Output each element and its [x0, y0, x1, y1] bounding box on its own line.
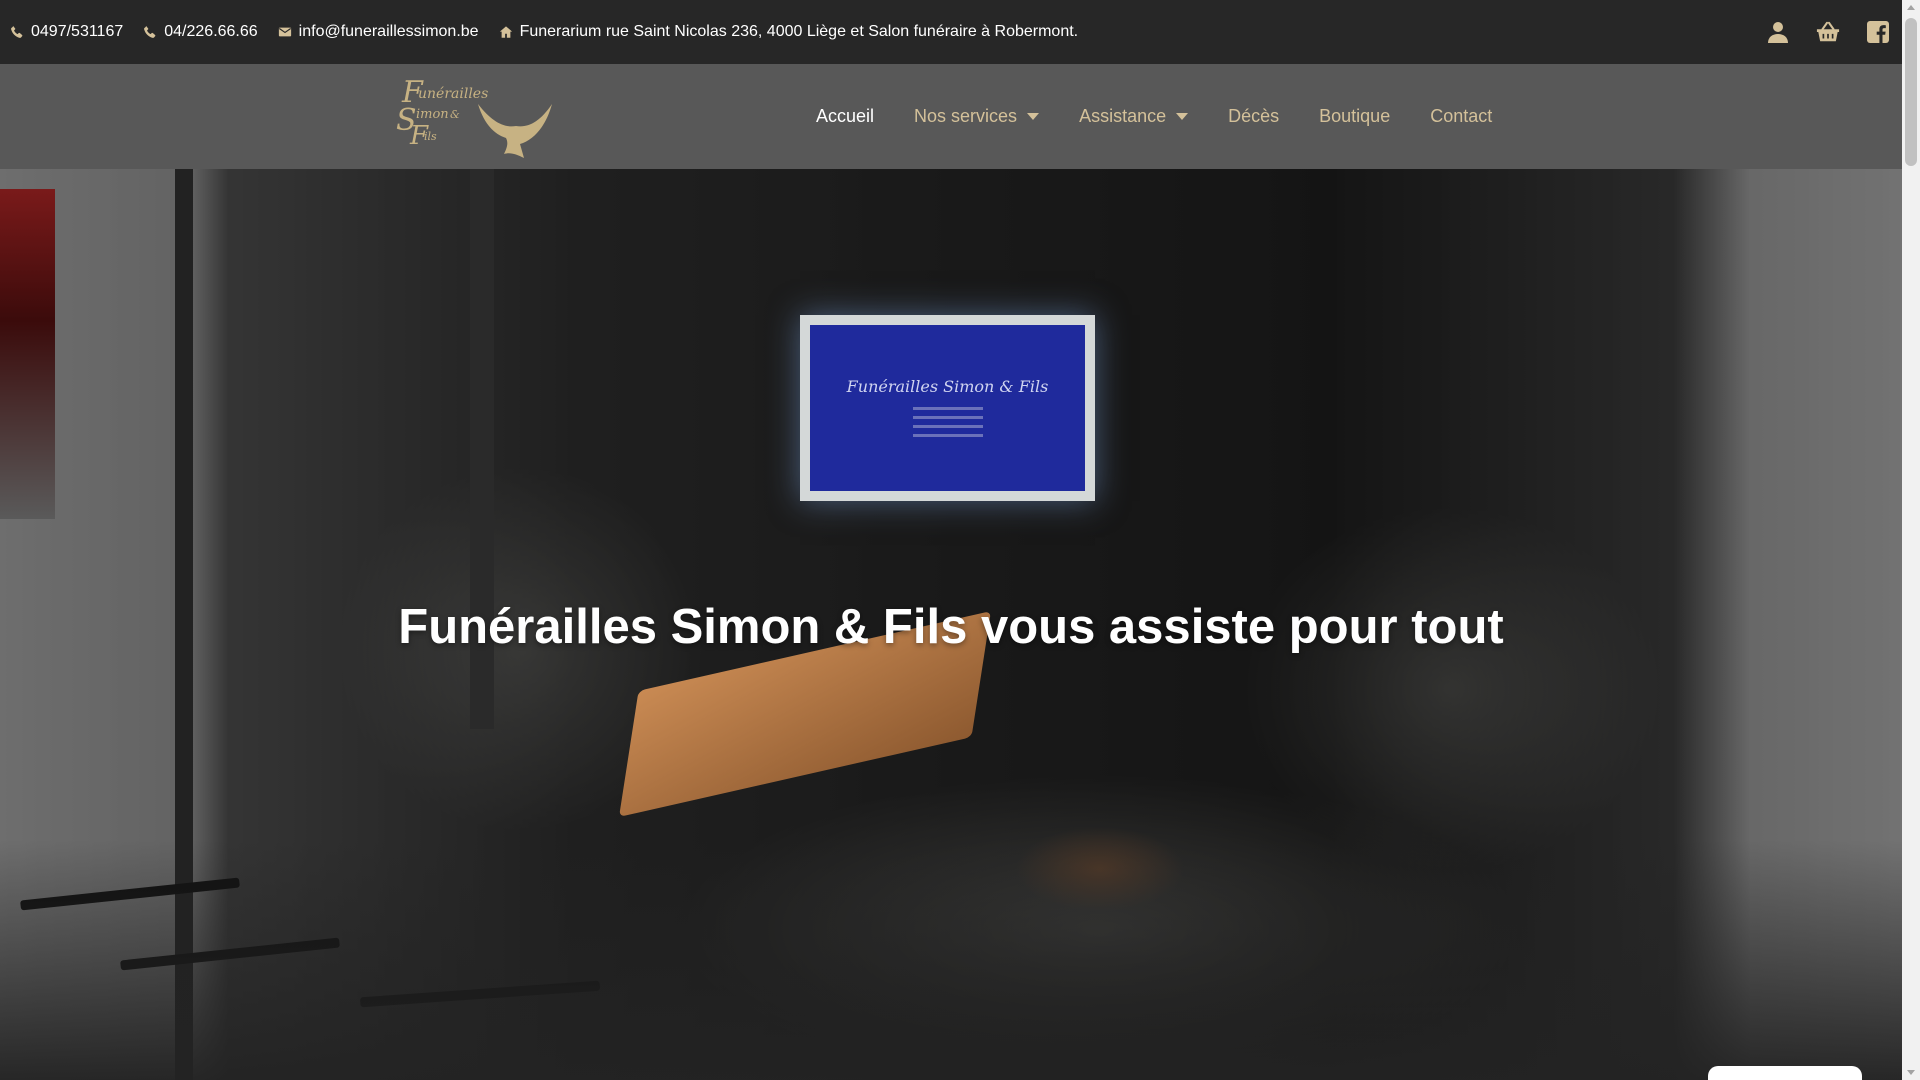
- account-button[interactable]: [1766, 20, 1790, 44]
- svg-text:imon: imon: [416, 107, 449, 122]
- hero-tv-line: [912, 433, 983, 437]
- hero-floor: [0, 840, 1902, 1080]
- nav-accueil[interactable]: Accueil: [816, 106, 874, 127]
- nav-nos-services[interactable]: Nos services: [914, 106, 1040, 127]
- nav-label: Décès: [1228, 106, 1280, 126]
- hero-tv-screen: Funérailles Simon & Fils: [800, 315, 1095, 501]
- phone-mobile-link[interactable]: 0497/531167: [10, 23, 123, 41]
- page-scrollbar[interactable]: [1902, 0, 1920, 1080]
- cart-button[interactable]: [1816, 20, 1840, 44]
- page: 0497/531167 04/226.66.66 info@funeraille…: [0, 0, 1920, 1080]
- main-nav: Accueil Nos services Assistance Décès Bo…: [816, 64, 1532, 169]
- hero-tv-line: [912, 424, 983, 428]
- phone-icon: [11, 26, 23, 38]
- logo-dove-icon: F unérailles S imon & F ils: [396, 75, 552, 158]
- caret-down-icon: [1176, 113, 1189, 120]
- main-header: F unérailles S imon & F ils Accueil Nos …: [0, 64, 1902, 169]
- envelope-icon: [278, 27, 291, 37]
- user-icon: [1768, 22, 1788, 43]
- nav-label: Boutique: [1319, 106, 1391, 126]
- hero-section: Funérailles Simon & Fils Funérailles Sim…: [0, 169, 1902, 1080]
- svg-text:&: &: [450, 108, 460, 121]
- nav-deces[interactable]: Décès: [1228, 106, 1279, 127]
- svg-text:unérailles: unérailles: [418, 86, 488, 102]
- hero-tv-display: Funérailles Simon & Fils: [810, 325, 1085, 491]
- chat-widget-tab[interactable]: [1708, 1066, 1862, 1080]
- nav-label: Assistance: [1079, 106, 1167, 126]
- home-icon: [499, 26, 512, 38]
- site-logo[interactable]: F unérailles S imon & F ils: [392, 74, 552, 162]
- phone-icon: [144, 26, 156, 38]
- hero-tv-line: [912, 415, 983, 419]
- nav-label: Contact: [1430, 106, 1493, 126]
- scrollbar-thumb[interactable]: [1905, 18, 1917, 166]
- scroll-up-icon[interactable]: [1907, 5, 1915, 10]
- nav-label: Accueil: [816, 106, 875, 126]
- nav-label: Nos services: [914, 106, 1018, 126]
- nav-assistance[interactable]: Assistance: [1079, 106, 1189, 127]
- basket-icon: [1816, 21, 1840, 42]
- svg-text:ils: ils: [424, 130, 437, 143]
- phone-landline-link[interactable]: 04/226.66.66: [143, 23, 258, 41]
- nav-contact[interactable]: Contact: [1430, 106, 1492, 127]
- email-text: info@funeraillessimon.be: [298, 23, 479, 40]
- topbar-icons: [1766, 20, 1892, 44]
- scroll-down-icon[interactable]: [1907, 1070, 1915, 1075]
- nav-boutique[interactable]: Boutique: [1319, 106, 1390, 127]
- hero-artwork: [0, 189, 55, 519]
- address-text: Funerarium rue Saint Nicolas 236, 4000 L…: [519, 23, 1079, 40]
- phone-landline-text: 04/226.66.66: [164, 23, 258, 40]
- address-item: Funerarium rue Saint Nicolas 236, 4000 L…: [499, 23, 1079, 41]
- topbar: 0497/531167 04/226.66.66 info@funeraille…: [0, 0, 1902, 64]
- hero-tv-title: Funérailles Simon & Fils: [846, 376, 1049, 396]
- hero-title: Funérailles Simon & Fils vous assiste po…: [398, 600, 1504, 654]
- phone-mobile-text: 0497/531167: [31, 23, 124, 40]
- email-link[interactable]: info@funeraillessimon.be: [278, 23, 479, 41]
- facebook-link[interactable]: [1866, 20, 1890, 44]
- caret-down-icon: [1027, 113, 1040, 120]
- hero-tv-line: [912, 406, 983, 410]
- facebook-icon: [1867, 21, 1889, 43]
